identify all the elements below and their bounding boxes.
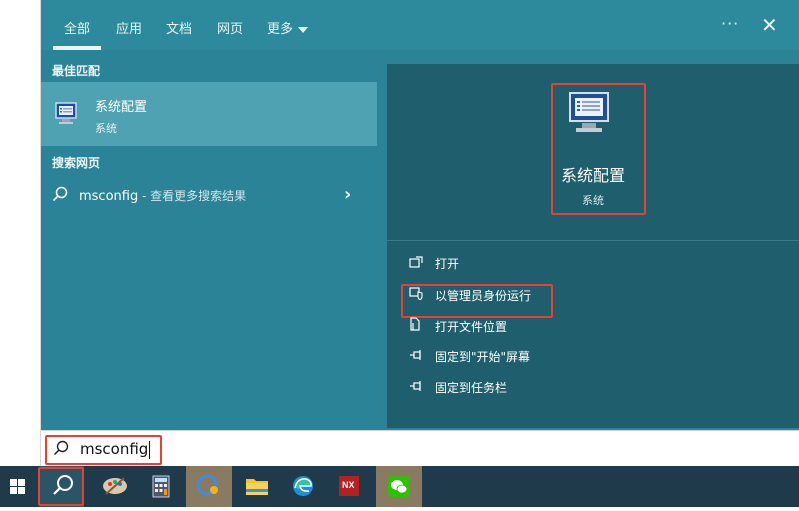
search-panel: 全部 应用 文档 网页 更多 ··· ✕ 最佳匹配 系统配置 系统 搜索网页 m…	[41, 0, 799, 466]
chat-icon	[196, 474, 218, 496]
app-chat[interactable]	[186, 466, 232, 507]
tab-more-label: 更多	[267, 22, 294, 37]
preview-pane: 系统配置 系统 打开 以管理员身份运行 打开文件位置 固定到"开始"屏幕 固定到…	[387, 64, 799, 428]
edge-icon	[293, 476, 313, 496]
taskbar: NX	[0, 466, 799, 507]
tab-all[interactable]: 全部	[64, 18, 90, 37]
action-open[interactable]: 打开	[409, 255, 459, 277]
search-web-header: 搜索网页	[52, 156, 101, 170]
best-match-header: 最佳匹配	[52, 64, 101, 78]
tab-more[interactable]: 更多	[267, 18, 309, 37]
tab-web[interactable]: 网页	[217, 18, 243, 37]
filter-tabs-bar: 全部 应用 文档 网页 更多 ··· ✕	[41, 0, 799, 50]
paint-icon	[103, 477, 127, 495]
tab-documents[interactable]: 文档	[166, 18, 192, 37]
action-open-file-location-label: 打开文件位置	[435, 320, 508, 334]
chevron-down-icon	[298, 26, 309, 33]
web-search-result[interactable]: msconfig - 查看更多搜索结果 ›	[41, 178, 377, 212]
more-options-button[interactable]: ···	[721, 14, 739, 33]
app-nx[interactable]: NX	[326, 466, 372, 507]
divider	[387, 240, 799, 241]
results-list: 最佳匹配 系统配置 系统 搜索网页 msconfig - 查看更多搜索结果 ›	[41, 50, 377, 466]
desktop-area	[0, 0, 41, 466]
annotation-highlight-admin	[401, 284, 553, 318]
app-paint[interactable]	[92, 466, 138, 507]
search-icon	[52, 186, 68, 202]
annotation-highlight-preview	[551, 83, 646, 215]
file-location-icon	[409, 317, 427, 334]
close-button[interactable]: ✕	[761, 13, 778, 37]
best-match-title: 系统配置	[95, 100, 148, 115]
chevron-right-icon[interactable]: ›	[344, 184, 351, 205]
tab-apps[interactable]: 应用	[116, 18, 142, 37]
web-suffix: - 查看更多搜索结果	[138, 189, 247, 203]
nx-label: NX	[342, 480, 355, 490]
open-icon	[409, 256, 427, 271]
pin-icon	[409, 380, 427, 395]
app-calculator[interactable]	[138, 466, 184, 507]
action-open-label: 打开	[435, 257, 460, 271]
calculator-icon	[152, 475, 170, 498]
annotation-highlight-taskbar-search	[38, 467, 84, 506]
web-query: msconfig	[79, 189, 139, 204]
action-open-file-location[interactable]: 打开文件位置	[409, 317, 507, 339]
app-file-explorer[interactable]	[234, 466, 280, 507]
action-pin-to-taskbar[interactable]: 固定到任务栏	[409, 379, 507, 401]
system-config-icon	[55, 102, 77, 124]
folder-icon	[246, 479, 268, 495]
action-pin-to-start[interactable]: 固定到"开始"屏幕	[409, 348, 530, 370]
app-edge[interactable]	[280, 466, 326, 507]
action-pin-to-taskbar-label: 固定到任务栏	[435, 381, 508, 395]
annotation-highlight-search	[45, 435, 162, 465]
pin-icon	[409, 349, 427, 364]
best-match-item[interactable]: 系统配置 系统	[41, 82, 377, 146]
app-wechat[interactable]	[376, 466, 422, 507]
wechat-icon	[388, 476, 410, 497]
action-pin-to-start-label: 固定到"开始"屏幕	[435, 350, 531, 364]
best-match-subtitle: 系统	[95, 122, 117, 135]
